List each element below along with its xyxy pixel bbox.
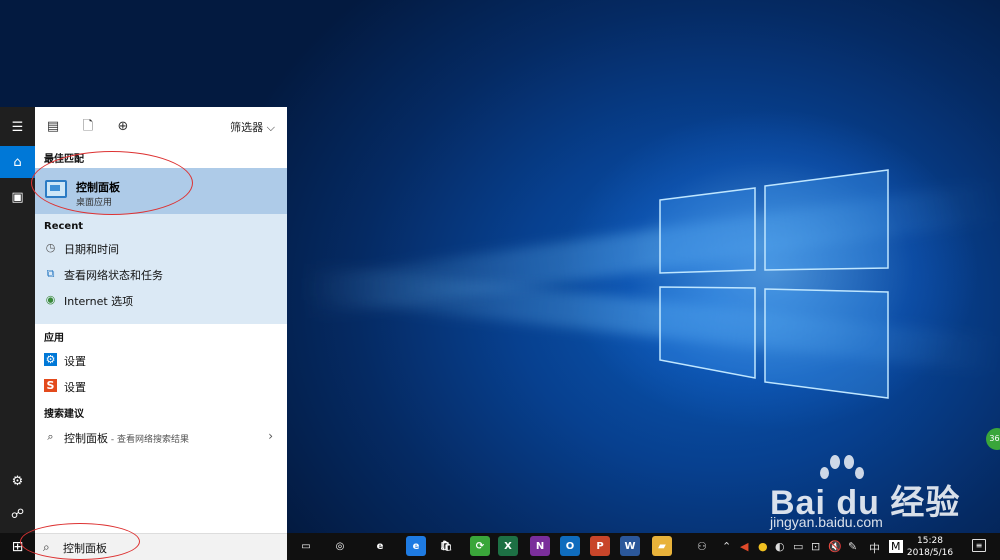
filter-dropdown[interactable]: 筛选器 ⌵ — [230, 119, 275, 135]
people-icon[interactable]: ⚇ — [697, 540, 707, 553]
suggestion-suffix: - 查看网络搜索结果 — [108, 435, 189, 445]
tray-app-icon[interactable]: ◀ — [740, 540, 748, 553]
volume-mute-icon[interactable]: 🔇 — [828, 540, 842, 553]
gear-icon[interactable]: ⚙ — [0, 465, 35, 497]
network-icon[interactable]: ⊡ — [811, 540, 820, 553]
list-item-label: Internet 选项 — [64, 295, 134, 308]
360-taskbar-icon[interactable]: ⟳ — [470, 536, 490, 556]
search-input[interactable] — [63, 539, 273, 556]
chevron-down-icon: ⌵ — [266, 121, 275, 134]
network-icon: ⧉ — [46, 267, 55, 280]
results-topbar: ▤ 🗋 ⊕ 筛选器 ⌵ — [35, 107, 287, 147]
chevron-right-icon: › — [268, 429, 273, 443]
notification-icon[interactable]: ≡ — [972, 539, 986, 552]
clock-icon: ◷ — [45, 241, 56, 254]
recent-block: Recent ◷ 日期和时间 ⧉ 查看网络状态和任务 ◉ Internet 选项 — [35, 214, 287, 324]
ime-indicator[interactable]: 中 — [869, 540, 880, 556]
battery-icon[interactable]: ▭ — [793, 540, 803, 553]
edge-taskbar-icon[interactable]: e — [406, 536, 426, 556]
gear-icon: ⚙ — [44, 353, 57, 366]
list-item-label: 日期和时间 — [64, 243, 119, 256]
clock-time: 15:28 — [917, 536, 943, 546]
powerpoint-taskbar-icon[interactable]: P — [590, 536, 610, 556]
list-item-label: 设置 — [64, 355, 86, 368]
web-filter-icon[interactable]: ⊕ — [115, 119, 131, 135]
taskbar-search-box[interactable]: ⌕ — [35, 533, 287, 560]
store-taskbar-icon[interactable]: 🛍 — [436, 536, 456, 556]
clock[interactable]: 15:28 2018/5/16 — [902, 535, 958, 559]
control-panel-icon — [45, 180, 67, 198]
task-view-taskbar-icon[interactable]: ▭ — [296, 536, 316, 556]
list-item[interactable]: ⧉ 查看网络状态和任务 — [35, 261, 287, 287]
best-match-control-panel[interactable]: 控制面板 桌面应用 — [35, 168, 287, 214]
globe-icon: ◉ — [45, 293, 56, 306]
watermark-url: jingyan.baidu.com — [770, 514, 883, 530]
clock-date: 2018/5/16 — [906, 548, 954, 558]
outlook-taskbar-icon[interactable]: O — [560, 536, 580, 556]
word-taskbar-icon[interactable]: W — [620, 536, 640, 556]
filter-label: 筛选器 — [230, 121, 264, 134]
list-item[interactable]: ◉ Internet 选项 — [35, 287, 287, 313]
suggestion-label: 控制面板 — [64, 432, 108, 445]
feedback-icon[interactable]: ☍ — [0, 498, 35, 530]
windows-start-icon[interactable]: ⊞ — [0, 533, 35, 560]
pen-icon[interactable]: ✎ — [848, 540, 857, 553]
hamburger-menu-icon[interactable]: ☰ — [0, 111, 35, 143]
cortana-taskbar-icon[interactable]: ◎ — [330, 536, 350, 556]
onenote-taskbar-icon[interactable]: N — [530, 536, 550, 556]
list-item[interactable]: ⚙ 设置 — [35, 347, 287, 373]
home-icon[interactable]: ⌂ — [0, 146, 35, 178]
list-item-label: 查看网络状态和任务 — [64, 269, 163, 282]
ime-mode-indicator[interactable]: M — [889, 540, 903, 553]
explorer-taskbar-icon[interactable]: ▰ — [652, 536, 672, 556]
section-search-suggestions: 搜索建议 — [44, 409, 84, 420]
notebook-icon[interactable]: ▣ — [0, 181, 35, 213]
section-recent: Recent — [44, 221, 84, 232]
search-suggestion-item[interactable]: ⌕ 控制面板 - 查看网络搜索结果 › — [35, 424, 287, 450]
excel-taskbar-icon[interactable]: X — [498, 536, 518, 556]
best-match-title: 控制面板 — [76, 181, 120, 194]
chevron-up-icon[interactable]: ⌃ — [722, 540, 731, 553]
search-icon: ⌕ — [47, 430, 54, 443]
search-results-panel: ▤ 🗋 ⊕ 筛选器 ⌵ 最佳匹配 控制面板 桌面应用 Recent ◷ 日期和时… — [35, 107, 287, 533]
ie-taskbar-icon[interactable]: e — [370, 536, 390, 556]
section-apps: 应用 — [44, 333, 64, 344]
document-filter-icon[interactable]: 🗋 — [80, 119, 96, 135]
apps-filter-icon[interactable]: ▤ — [45, 119, 61, 135]
section-best-match: 最佳匹配 — [44, 154, 84, 165]
tray-app-icon[interactable]: ● — [758, 540, 768, 553]
tray-app-icon[interactable]: ◐ — [775, 540, 785, 553]
search-icon: ⌕ — [43, 540, 50, 554]
list-item[interactable]: ◷ 日期和时间 — [35, 235, 287, 261]
start-left-rail: ☰ ⌂ ▣ ⚙ ☍ — [0, 107, 35, 533]
best-match-subtitle: 桌面应用 — [76, 198, 113, 208]
s-app-icon: S — [44, 379, 57, 392]
list-item[interactable]: S 设置 — [35, 373, 287, 399]
list-item-label: 设置 — [64, 381, 86, 394]
suggestion-text: 控制面板 - 查看网络搜索结果 — [64, 430, 189, 446]
